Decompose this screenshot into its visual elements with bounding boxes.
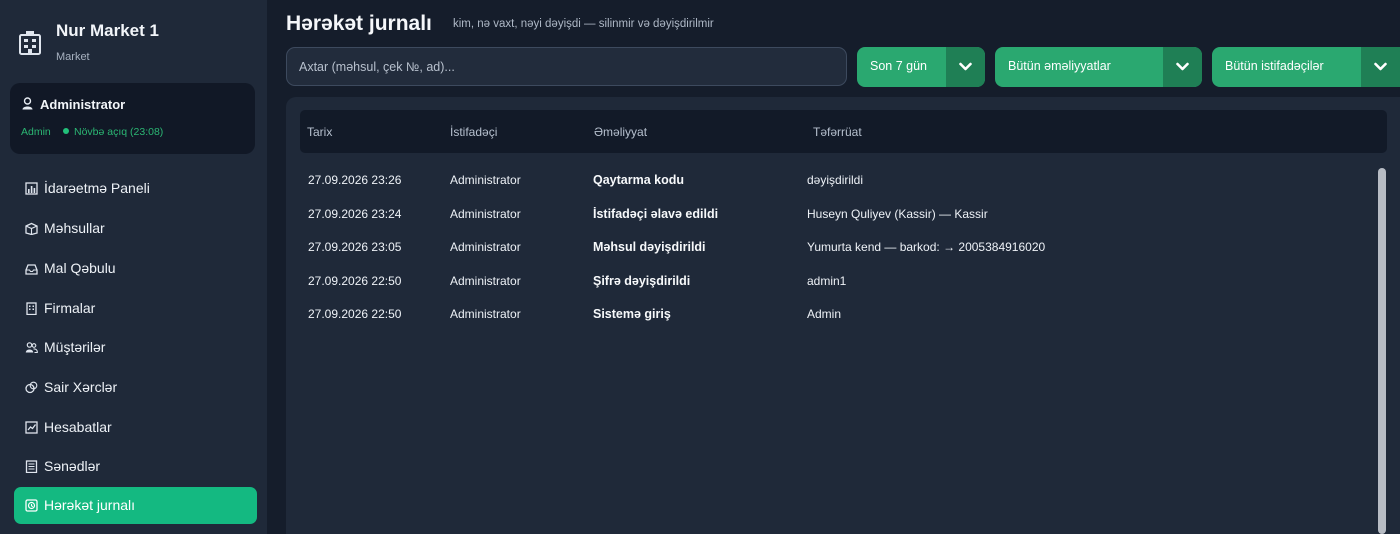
action-filter-label: Bütün əməliyyatlar [1008, 59, 1111, 73]
action-filter-toggle[interactable] [1163, 47, 1202, 87]
sidebar-item-activity-log[interactable]: Hərəkət jurnalı [14, 487, 257, 524]
cell-user: Administrator [450, 173, 521, 187]
column-header-action[interactable]: Əməliyyat [594, 125, 647, 139]
log-icon [25, 499, 38, 512]
period-dropdown-toggle[interactable] [946, 47, 985, 87]
sidebar-item-label: Sənədlər [44, 458, 101, 474]
inbox-icon [25, 262, 38, 275]
sidebar-item-expenses[interactable]: Sair Xərclər [14, 369, 257, 406]
sidebar-item-receiving[interactable]: Mal Qəbulu [14, 250, 257, 287]
sidebar-item-customers[interactable]: Müştərilər [14, 329, 257, 366]
building-icon [17, 30, 43, 56]
cell-date: 27.09.2026 22:50 [308, 307, 402, 321]
cell-date: 27.09.2026 23:24 [308, 207, 402, 221]
brand: Nur Market 1 Market [16, 18, 256, 68]
document-icon [25, 460, 38, 474]
cell-action: Qaytarma kodu [593, 173, 685, 187]
page-subtitle: kim, nə vaxt, nəyi dəyişdi — silinmir və… [453, 18, 714, 30]
page-title: Hərəkət jurnalı [286, 12, 432, 35]
search-input[interactable] [286, 47, 847, 86]
user-role: Admin [21, 126, 51, 138]
column-header-details[interactable]: Təfərrüat [813, 125, 862, 139]
cell-action: Şifrə dəyişdirildi [593, 274, 691, 288]
cell-details: dəyişdirildi [807, 173, 864, 187]
period-dropdown-label: Son 7 gün [870, 59, 927, 73]
sidebar-item-dashboard[interactable]: İdarəetmə Paneli [14, 170, 257, 207]
cell-date: 27.09.2026 23:05 [308, 240, 402, 254]
chart-icon [25, 182, 38, 195]
user-card: Administrator Admin Növbə açıq (23:08) [10, 83, 255, 154]
table-row[interactable]: 27.09.2026 23:26 Administrator Qaytarma … [286, 173, 1356, 206]
sidebar-item-label: Müştərilər [44, 339, 106, 355]
chevron-down-icon [959, 62, 972, 71]
users-icon [25, 341, 38, 354]
cell-user: Administrator [450, 240, 521, 254]
user-filter-dropdown[interactable]: Bütün istifadəçilər [1212, 47, 1400, 87]
shift-status: Növbə açıq (23:08) [63, 126, 163, 138]
table-row[interactable]: 27.09.2026 23:05 Administrator Məhsul də… [286, 240, 1356, 273]
user-icon [21, 97, 34, 110]
report-icon [25, 421, 38, 434]
column-header-date[interactable]: Tarix [307, 125, 332, 139]
cell-user: Administrator [450, 274, 521, 288]
cell-date: 27.09.2026 22:50 [308, 274, 402, 288]
chevron-down-icon [1374, 62, 1387, 71]
sidebar-item-reports[interactable]: Hesabatlar [14, 409, 257, 446]
table-scrollbar[interactable] [1378, 168, 1386, 534]
box-icon [25, 222, 38, 236]
user-filter-toggle[interactable] [1361, 47, 1400, 87]
brand-name: Nur Market 1 [56, 21, 159, 40]
cell-details: Admin [807, 307, 842, 321]
period-dropdown[interactable]: Son 7 gün [857, 47, 985, 87]
coins-icon [25, 381, 38, 394]
sidebar-item-label: Hesabatlar [44, 419, 112, 435]
user-name: Administrator [40, 97, 126, 112]
table-row[interactable]: 27.09.2026 22:50 Administrator Şifrə dəy… [286, 274, 1356, 307]
sidebar-item-documents[interactable]: Sənədlər [14, 448, 257, 485]
cell-user: Administrator [450, 307, 521, 321]
cell-details: Huseyn Quliyev (Kassir) — Kassir [807, 207, 988, 221]
sidebar-item-label: İdarəetmə Paneli [44, 180, 150, 196]
cell-details: Yumurta kend — barkod: → 2005384916020 [807, 240, 1046, 254]
chevron-down-icon [1176, 62, 1189, 71]
cell-date: 27.09.2026 23:26 [308, 173, 402, 187]
column-header-user[interactable]: İstifadəçi [450, 125, 497, 139]
sidebar-item-label: Sair Xərclər [44, 379, 118, 395]
sidebar-item-label: Məhsullar [44, 220, 105, 236]
sidebar-item-label: Firmalar [44, 300, 96, 316]
brand-subtitle: Market [56, 51, 90, 63]
sidebar: Nur Market 1 Market Administrator Admin … [0, 0, 267, 534]
cell-action: Məhsul dəyişdirildi [593, 240, 706, 254]
cell-action: İstifadəçi əlavə edildi [593, 207, 719, 221]
cell-details: admin1 [807, 274, 847, 288]
cell-user: Administrator [450, 207, 521, 221]
table-header: Tarix İstifadəçi Əməliyyat Təfərrüat [300, 110, 1387, 153]
action-filter-dropdown[interactable]: Bütün əməliyyatlar [995, 47, 1202, 87]
cell-action: Sistemə giriş [593, 307, 671, 321]
user-filter-label: Bütün istifadəçilər [1225, 59, 1324, 73]
shift-label: Növbə açıq (23:08) [74, 126, 164, 138]
sidebar-item-products[interactable]: Məhsullar [14, 210, 257, 247]
sidebar-item-firms[interactable]: Firmalar [14, 290, 257, 327]
office-icon [25, 302, 38, 316]
sidebar-item-label: Hərəkət jurnalı [44, 497, 136, 513]
status-dot-icon [63, 128, 69, 134]
activity-log-table: Tarix İstifadəçi Əməliyyat Təfərrüat 27.… [286, 97, 1400, 534]
table-row[interactable]: 27.09.2026 22:50 Administrator Sistemə g… [286, 307, 1356, 340]
table-row[interactable]: 27.09.2026 23:24 Administrator İstifadəç… [286, 207, 1356, 240]
sidebar-item-label: Mal Qəbulu [44, 260, 116, 276]
